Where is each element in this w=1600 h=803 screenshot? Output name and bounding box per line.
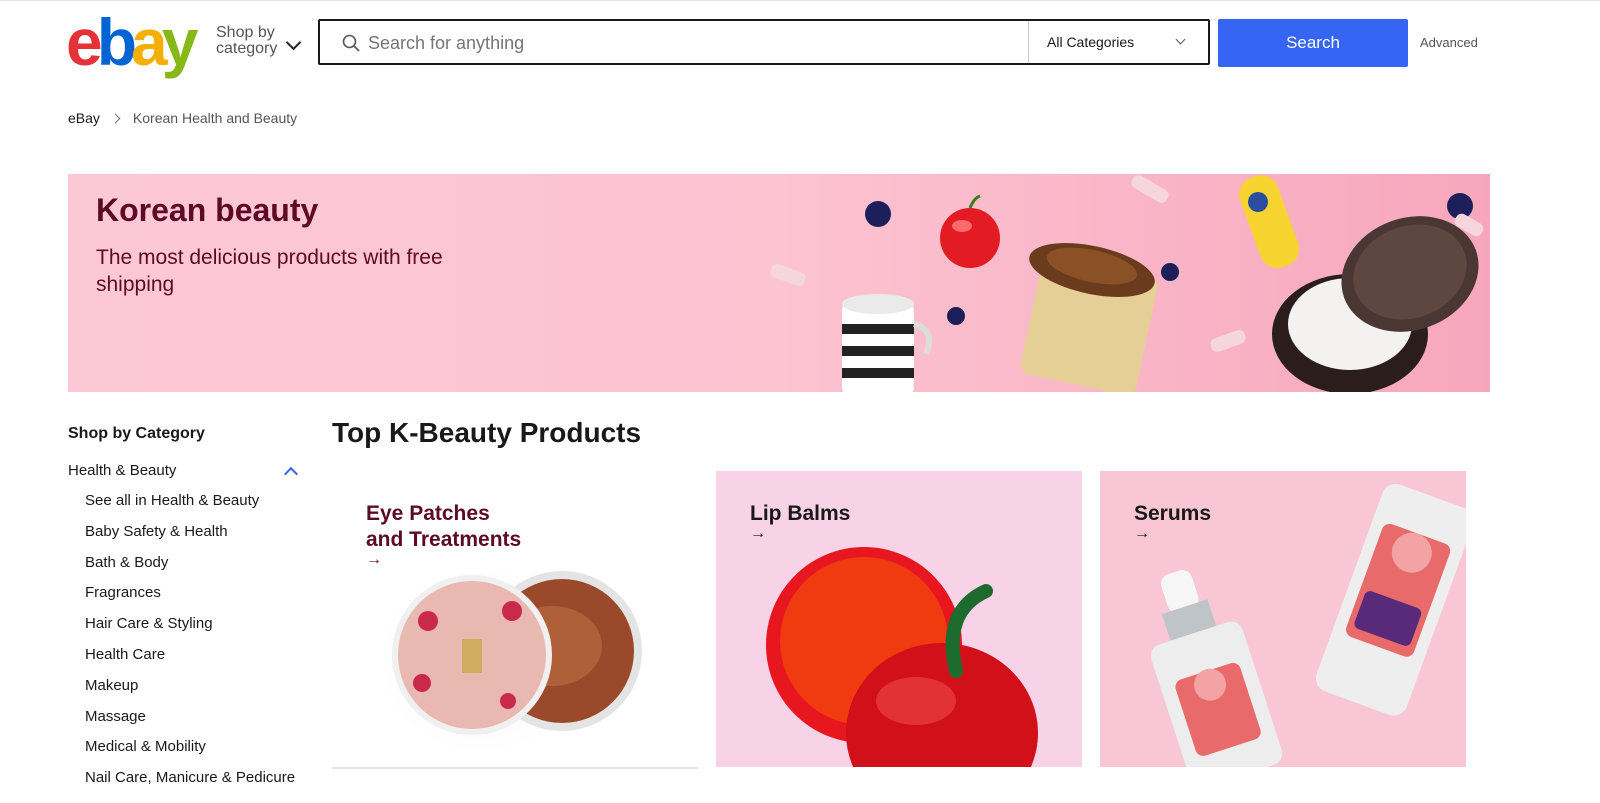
sidebar-item-massage[interactable]: Massage <box>85 708 295 739</box>
sidebar-heading: Shop by Category <box>68 425 205 442</box>
lip-balm-image <box>766 547 1038 767</box>
category-select-value: All Categories <box>1047 34 1135 50</box>
category-label: category <box>216 40 278 57</box>
sidebar-item-makeup[interactable]: Makeup <box>85 677 295 708</box>
logo-letter-e: e <box>66 5 103 79</box>
shop-by-category-button[interactable]: Shop by category <box>216 24 302 57</box>
hero-banner[interactable]: Korean beauty The most delicious product… <box>68 174 1490 392</box>
product-card-lip-balms[interactable]: Lip Balms → <box>716 471 1082 767</box>
logo-letter-y: y <box>161 5 199 79</box>
chevron-up-icon[interactable] <box>283 466 299 482</box>
search-input[interactable] <box>366 21 1000 65</box>
breadcrumb: eBay Korean Health and Beauty <box>68 110 297 126</box>
advanced-search-link[interactable]: Advanced <box>1420 35 1478 50</box>
logo-letter-a: a <box>131 5 168 79</box>
banner-title: Korean beauty <box>96 192 319 228</box>
banner-subtitle: The most delicious products with free sh… <box>96 246 443 296</box>
sidebar-item-bath-body[interactable]: Bath & Body <box>85 554 295 585</box>
shop-by-label: Shop by <box>216 24 275 41</box>
sidebar-item-baby-safety[interactable]: Baby Safety & Health <box>85 523 295 554</box>
sidebar-item-fragrances[interactable]: Fragrances <box>85 584 295 615</box>
sidebar-item-hair-care[interactable]: Hair Care & Styling <box>85 615 295 646</box>
eye-patches-image <box>372 561 642 761</box>
sidebar-list: See all in Health & Beauty Baby Safety &… <box>85 492 295 800</box>
search-bar: All Categories <box>318 19 1210 65</box>
ebay-logo[interactable]: ebay <box>66 5 199 79</box>
search-icon <box>342 34 360 52</box>
section-title: Top K-Beauty Products <box>332 417 642 448</box>
breadcrumb-current: Korean Health and Beauty <box>132 110 298 126</box>
chevron-right-icon <box>110 113 121 124</box>
category-select[interactable]: All Categories <box>1028 21 1208 63</box>
chevron-down-icon <box>285 34 302 51</box>
banner-products-image <box>770 175 1484 392</box>
sidebar-item-health-care[interactable]: Health Care <box>85 646 295 677</box>
sidebar-item-medical[interactable]: Medical & Mobility <box>85 738 295 769</box>
sidebar-item-see-all[interactable]: See all in Health & Beauty <box>85 492 295 523</box>
serums-image <box>1150 483 1466 767</box>
chevron-down-icon <box>1175 34 1186 45</box>
product-card-serums[interactable]: Serums → <box>1100 471 1466 767</box>
sidebar-category-toggle[interactable]: Health & Beauty <box>68 462 176 479</box>
sidebar-item-nail-care[interactable]: Nail Care, Manicure & Pedicure <box>85 769 295 800</box>
logo-letter-b: b <box>96 5 137 79</box>
search-button[interactable]: Search <box>1218 19 1408 67</box>
product-card-eye-patches[interactable]: Eye Patches and Treatments → <box>332 471 698 769</box>
breadcrumb-home[interactable]: eBay <box>68 110 100 126</box>
top-divider <box>0 0 1600 1</box>
